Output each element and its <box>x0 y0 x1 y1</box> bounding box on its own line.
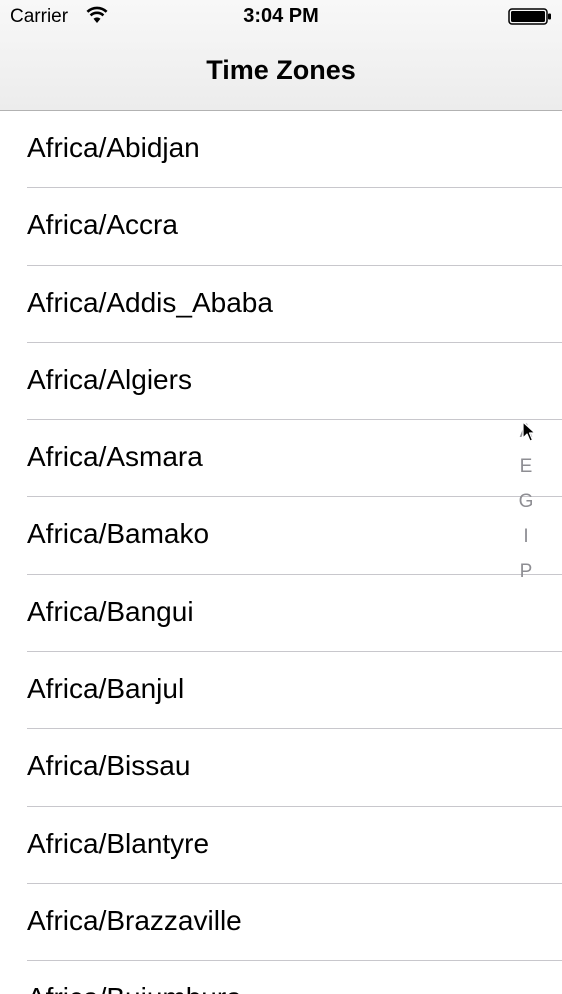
status-bar: Carrier 3:04 PM <box>0 0 562 34</box>
section-index-p[interactable]: P <box>510 554 542 589</box>
list-item[interactable]: Africa/Bamako <box>0 497 562 576</box>
list-item[interactable]: Africa/Bujumbura <box>0 961 562 994</box>
list-item-label: Africa/Algiers <box>27 363 192 395</box>
mouse-cursor-icon <box>522 421 536 442</box>
section-index-i[interactable]: I <box>510 519 542 554</box>
list-item[interactable]: Africa/Bangui <box>0 575 562 653</box>
list-item[interactable]: Africa/Blantyre <box>0 807 562 885</box>
page-title: Time Zones <box>206 55 356 85</box>
list-item-label: Africa/Blantyre <box>27 827 210 859</box>
list-item-label: Africa/Bissau <box>27 750 191 782</box>
list-item[interactable]: Africa/Bissau <box>0 729 562 807</box>
list-item-label: Africa/Addis_Ababa <box>27 286 273 318</box>
battery-icon <box>508 8 551 25</box>
navigation-bar: Carrier 3:04 PM Time Zones <box>0 0 562 111</box>
list-item[interactable]: Africa/Asmara <box>0 420 562 498</box>
list-item[interactable]: Africa/Accra <box>0 188 562 266</box>
time-zone-list[interactable]: Africa/Abidjan Africa/Accra Africa/Addis… <box>0 111 562 994</box>
list-item-label: Africa/Bujumbura <box>27 982 242 994</box>
status-time: 3:04 PM <box>243 5 319 27</box>
list-item[interactable]: Africa/Banjul <box>0 652 562 730</box>
section-index-g[interactable]: G <box>510 484 542 519</box>
section-index-e[interactable]: E <box>510 449 542 484</box>
list-item-label: Africa/Bangui <box>27 595 194 627</box>
list-item-label: Africa/Brazzaville <box>27 904 242 936</box>
list-item[interactable]: Africa/Abidjan <box>0 111 562 189</box>
list-item-label: Africa/Asmara <box>27 441 203 473</box>
list-item-label: Africa/Abidjan <box>27 132 200 163</box>
list-item[interactable]: Africa/Addis_Ababa <box>0 266 562 344</box>
list-item-label: Africa/Banjul <box>27 673 185 705</box>
list-item-label: Africa/Bamako <box>27 518 210 550</box>
list-item-label: Africa/Accra <box>27 209 178 241</box>
list-item[interactable]: Africa/Algiers <box>0 343 562 421</box>
list-item[interactable]: Africa/Brazzaville <box>0 884 562 962</box>
time-zones-screen: Carrier 3:04 PM Time Zones Africa/Abidja… <box>0 0 562 994</box>
